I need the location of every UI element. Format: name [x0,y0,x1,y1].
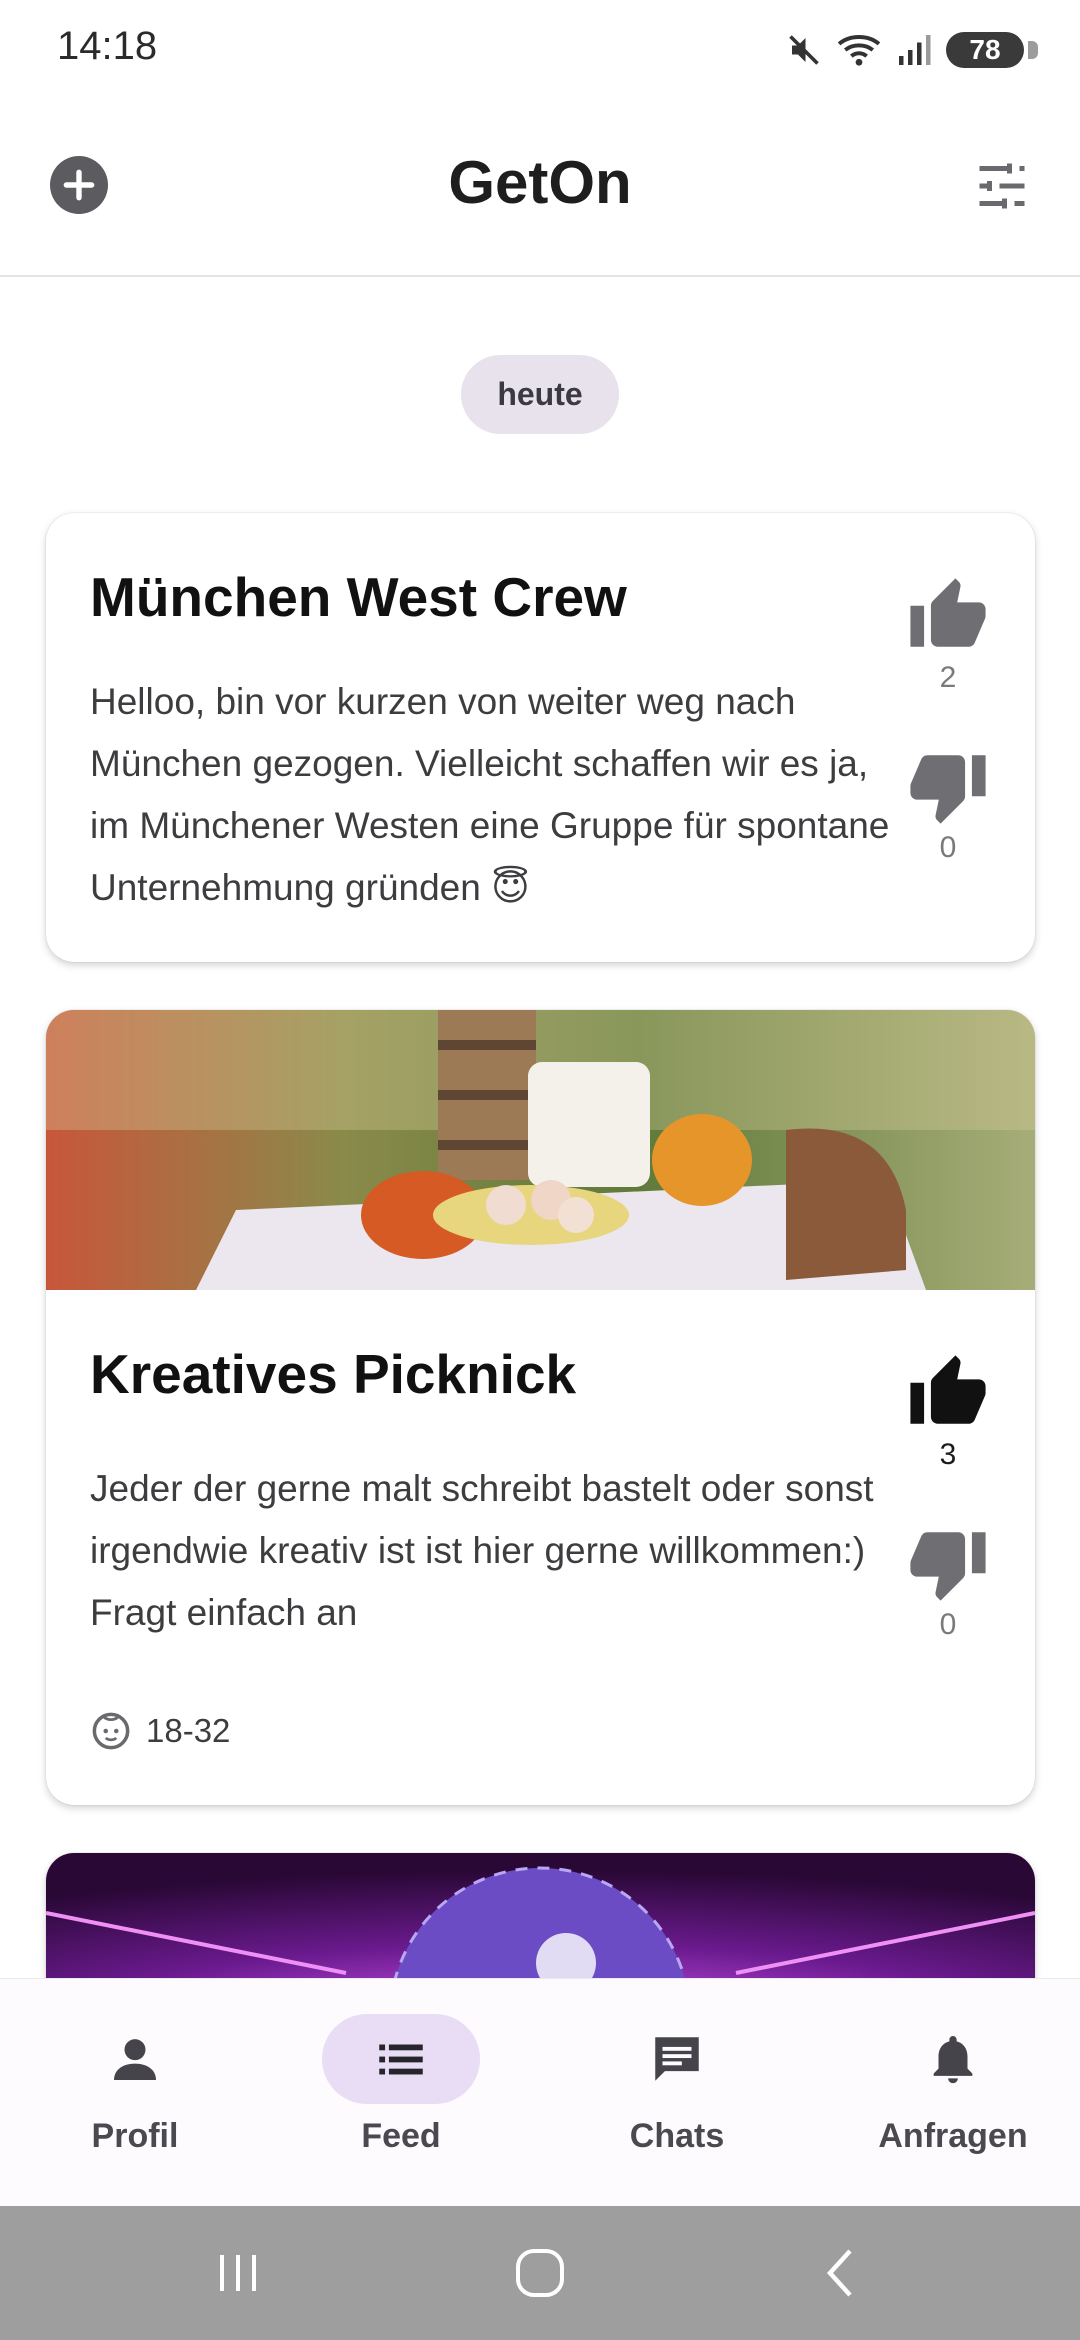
nav-pill-active [322,2014,480,2104]
nav-pill [598,2014,756,2104]
app-bar: GetOn [0,100,1080,277]
status-time: 14:18 [57,24,158,68]
post-description-line: Fragt einfach an [90,1592,358,1633]
age-range-text: 18-32 [146,1712,231,1749]
person-icon [114,2039,156,2080]
status-bar: 14:18 78 [0,0,1080,100]
post-description: Jeder der gerne malt schreibt bastelt od… [90,1458,890,1644]
nav-label: Chats [629,2117,725,2155]
post-description: Helloo, bin vor kurzen von weiter weg na… [90,681,890,908]
nav-label: Anfragen [878,2117,1028,2155]
like-count: 2 [939,661,957,694]
post-description-line: Jeder der gerne malt schreibt bastelt od… [90,1468,874,1571]
like-button[interactable]: 2 [903,575,993,695]
nav-pill [874,2014,1032,2104]
signal-icon [899,35,931,65]
wifi-icon [837,34,881,66]
date-chip: heute [461,355,619,434]
list-icon [379,2044,423,2075]
recent-apps-button[interactable] [208,2243,268,2303]
post-card[interactable]: Kreatives Picknick Jeder der gerne malt … [46,1010,1035,1805]
nav-item-profil[interactable]: Profil [0,1979,270,2207]
back-button[interactable] [812,2243,872,2303]
age-range: 18-32 [90,1710,230,1752]
post-card[interactable]: München West Crew Helloo, bin vor kurzen… [46,513,1035,962]
child-face-icon [92,1712,130,1750]
mute-icon [789,35,819,65]
battery-icon: 78 [946,32,1038,68]
nav-pill [56,2014,214,2104]
dislike-count: 0 [939,1608,957,1641]
thumb-down-icon [910,1532,986,1601]
bottom-navigation: Profil Feed Chats Anfragen [0,1978,1080,2207]
filter-button[interactable] [972,156,1032,216]
like-count: 3 [939,1438,957,1471]
dislike-count: 0 [939,831,957,864]
like-button[interactable]: 3 [903,1352,993,1472]
nav-item-feed[interactable]: Feed [266,1979,536,2207]
tune-icon [979,163,1025,209]
chat-icon [655,2037,699,2081]
system-navigation-bar [0,2206,1080,2340]
nav-item-chats[interactable]: Chats [542,1979,812,2207]
picnic-photo [46,1010,1035,1290]
status-icons: 78 [786,28,1038,72]
dislike-button[interactable]: 0 [903,745,993,865]
app-title: GetOn [448,149,632,216]
home-button[interactable] [510,2243,570,2303]
nav-label: Profil [91,2117,179,2155]
thumb-up-icon [910,1355,986,1424]
dislike-button[interactable]: 0 [903,1522,993,1642]
thumb-up-icon [910,578,986,647]
post-title: Kreatives Picknick [90,1343,577,1405]
bell-icon [933,2036,973,2084]
post-title: München West Crew [90,566,627,628]
thumb-down-icon [910,755,986,824]
nav-label: Feed [361,2117,441,2155]
nav-item-anfragen[interactable]: Anfragen [818,1979,1080,2207]
